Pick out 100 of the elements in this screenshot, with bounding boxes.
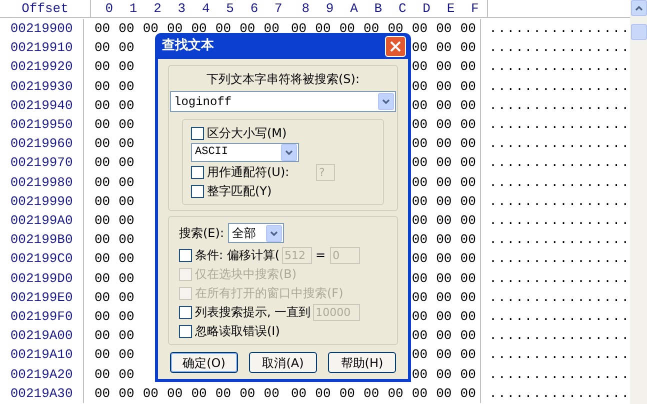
checkbox[interactable] [179, 306, 192, 318]
offset-cell-text: 00219980 [9, 174, 74, 192]
column-header: Offset [20, 0, 70, 17]
encoding-value: ASCII [195, 145, 228, 160]
ascii-text: ................ [489, 59, 630, 74]
dropdown-button[interactable] [378, 93, 394, 110]
hex-byte: 00 [118, 98, 134, 113]
hex-byte: 00 [412, 59, 428, 74]
hex-byte: 00 [290, 386, 307, 401]
hex-byte: 00 [94, 98, 110, 113]
ascii-text: ................ [489, 213, 630, 228]
column-header: 6 [249, 0, 260, 17]
hex-byte: 00 [94, 290, 110, 305]
ascii-text: ................ [489, 347, 630, 362]
hex-byte: 00 [94, 309, 110, 324]
hex-byte: 00 [215, 386, 231, 401]
hex-byte: 00 [364, 21, 380, 36]
checkbox[interactable] [191, 126, 204, 140]
hex-byte: 00 [118, 386, 134, 401]
hex-byte: 00 [412, 117, 428, 132]
close-button[interactable] [385, 36, 406, 56]
hex-byte: 00 [94, 117, 110, 132]
offset-cell-text: 00219A30 [9, 384, 74, 403]
ascii-text: ................ [489, 117, 630, 132]
ascii-text: ................ [489, 155, 630, 170]
hex-byte: 00 [339, 21, 355, 36]
hex-byte: 00 [118, 59, 134, 74]
dialog-button[interactable]: 确定(O) [170, 352, 238, 373]
hex-byte: 00 [412, 290, 428, 305]
column-header: 1 [128, 0, 138, 17]
hex-byte: 00 [94, 213, 110, 228]
checkbox[interactable] [191, 166, 204, 178]
dialog-button[interactable]: 取消(A) [249, 352, 317, 373]
hex-byte: 00 [118, 290, 134, 305]
scroll-thumb[interactable] [630, 24, 646, 40]
hex-byte: 00 [118, 21, 134, 36]
hex-byte: 00 [412, 98, 428, 113]
hex-byte: 00 [412, 347, 428, 362]
dropdown-button[interactable] [266, 224, 282, 242]
hex-byte: 00 [264, 21, 280, 36]
hex-byte: 00 [118, 328, 134, 344]
hex-byte: 00 [412, 21, 428, 36]
checkbox-label: 列表搜索提示, 一直到 [195, 304, 311, 321]
scroll-up-button[interactable] [630, 0, 646, 16]
close-icon [390, 40, 401, 52]
hex-byte: 00 [436, 117, 452, 132]
scrollbar[interactable] [630, 0, 647, 404]
checkbox[interactable] [179, 324, 192, 338]
hex-byte: 00 [436, 136, 452, 152]
column-header: 8 [300, 0, 310, 17]
column-header: F [470, 0, 480, 17]
ascii-text: ................ [489, 251, 630, 266]
search-combo[interactable]: loginoff [170, 91, 396, 112]
hex-byte: 00 [436, 290, 452, 305]
hex-byte: 00 [436, 194, 452, 209]
hex-byte: 00 [94, 174, 110, 190]
hex-byte: 00 [460, 386, 476, 401]
encoding-select[interactable]: ASCII [191, 143, 299, 162]
direction-select[interactable]: 全部 [228, 223, 284, 243]
hex-byte: 00 [412, 251, 428, 266]
column-header: C [397, 0, 408, 17]
hex-byte: 00 [94, 136, 110, 152]
hex-byte: 00 [118, 136, 134, 152]
hex-byte: 00 [94, 328, 110, 344]
hex-byte: 00 [460, 251, 476, 266]
checkbox[interactable] [191, 184, 204, 198]
hex-byte: 00 [167, 21, 183, 36]
hex-byte: 00 [94, 232, 110, 248]
hex-byte: 00 [412, 78, 428, 94]
column-header: 5 [225, 0, 235, 17]
hex-byte: 00 [436, 328, 452, 344]
offset-cell-text: 00219970 [9, 154, 74, 172]
column-header: A [349, 0, 359, 17]
hex-byte: 00 [460, 309, 476, 324]
dropdown-button[interactable] [281, 144, 297, 161]
column-header: 9 [324, 0, 335, 17]
hex-byte: 00 [460, 366, 476, 382]
hex-byte: 00 [94, 40, 110, 56]
hex-byte: 00 [264, 386, 280, 401]
offset-cell-text: 00219960 [9, 135, 74, 154]
hex-byte: 00 [94, 78, 110, 94]
checkbox-label: 条件: 偏移计算( [195, 247, 280, 264]
checkbox[interactable] [179, 248, 192, 262]
hex-byte: 00 [191, 21, 207, 36]
ascii-text: ................ [489, 98, 630, 113]
checkbox-label: 仅在选块中搜索(B) [195, 266, 297, 283]
offset-cell-text: 00219920 [9, 58, 74, 76]
hex-byte: 00 [460, 328, 476, 344]
hex-byte: 00 [412, 194, 428, 209]
dialog-button[interactable]: 帮助(H) [328, 352, 396, 373]
hex-byte: 00 [118, 155, 134, 170]
hex-byte: 00 [412, 174, 428, 190]
offset-cell-text: 00219950 [9, 116, 74, 134]
hex-byte: 00 [460, 21, 476, 36]
ascii-text: ................ [489, 232, 630, 248]
offset-cell-text: 00219A20 [9, 366, 74, 384]
offset-cell-text: 00219A10 [9, 346, 74, 364]
hex-byte: 00 [94, 251, 110, 266]
hex-byte: 00 [412, 155, 428, 170]
hex-byte: 00 [460, 40, 476, 56]
